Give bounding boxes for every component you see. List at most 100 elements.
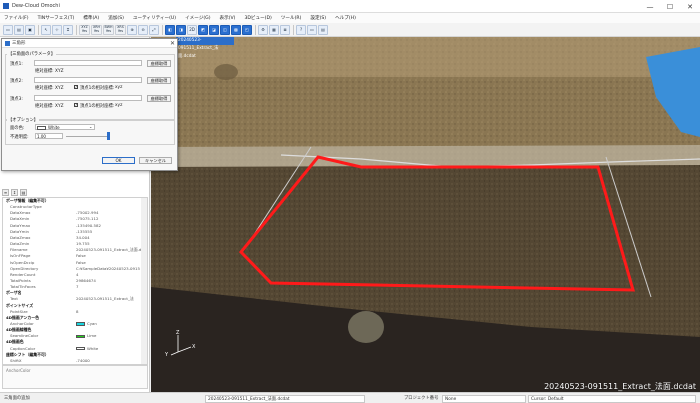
property-category[interactable]: 4D描画色 — [3, 339, 147, 345]
property-row[interactable]: Filename 20240523-091511_Extract_法面.d — [3, 247, 147, 252]
property-key: ConstructorType — [10, 204, 42, 210]
property-row[interactable]: TotalTinFaces 7 — [3, 284, 147, 289]
monitor-icon[interactable]: ▭ — [307, 24, 317, 35]
property-row[interactable]: ShiftX -74000 — [3, 358, 147, 363]
property-row[interactable]: DataYmin -135555 — [3, 229, 147, 234]
property-row[interactable]: DataZmin 19.755 — [3, 241, 147, 246]
property-row[interactable]: DataZmax 34.004 — [3, 235, 147, 240]
property-category[interactable]: ポイントサイズ — [3, 302, 147, 308]
point-cloud-view[interactable]: Z X Y — [151, 37, 700, 392]
property-scrollbar[interactable] — [141, 198, 147, 364]
property-value: -75002.994 — [76, 210, 146, 215]
property-row[interactable]: Text 20240523-091511_Extract_法 — [3, 296, 147, 301]
view-left-icon[interactable]: ◩ — [198, 24, 208, 35]
xrs-sub: Yes — [117, 28, 124, 33]
help-icon[interactable]: ? — [296, 24, 306, 35]
tile-icon[interactable]: ▤ — [318, 24, 328, 35]
property-row[interactable]: OpenDirectory C:¥SampleData¥20240523-0915 — [3, 266, 147, 271]
cancel-button[interactable]: キャンセル — [139, 157, 172, 164]
crop-icon[interactable]: ⌗ — [63, 24, 73, 35]
view-back-icon[interactable]: ◫ — [220, 24, 230, 35]
xyz-sub: Yes — [81, 28, 88, 33]
xyz-button[interactable]: XYZ Yes — [79, 24, 90, 35]
property-pages-icon[interactable]: ▤ — [20, 189, 27, 196]
xrh-button[interactable]: XRH Yes — [91, 24, 102, 35]
surface-color-select[interactable]: White — [35, 124, 95, 130]
vertex3-get-coords-button[interactable]: 座標取得 — [147, 95, 171, 102]
vertex1-get-coords-button[interactable]: 座標取得 — [147, 60, 171, 67]
property-grid[interactable]: ポーザ情報（編集不可） ConstructorType DataXmax -75002… — [2, 197, 148, 365]
property-category[interactable]: 4D描画線種色 — [3, 327, 147, 333]
view-bottom-icon[interactable]: ▩ — [231, 24, 241, 35]
property-category[interactable]: ポーザ名 — [3, 290, 147, 296]
maximize-button[interactable]: ☐ — [660, 0, 680, 13]
opacity-slider-track[interactable] — [66, 136, 110, 137]
menu-file[interactable]: ファイル(F) — [4, 15, 29, 21]
status-cursor: Cursor: Default — [528, 394, 696, 403]
zoom-out-icon[interactable]: ⊖ — [138, 24, 148, 35]
menu-help[interactable]: ヘルプ(H) — [335, 15, 356, 21]
open-folder-icon[interactable]: ▤ — [14, 24, 24, 35]
measure-icon[interactable]: ⊹ — [52, 24, 62, 35]
property-row[interactable]: DataYmax -135490.582 — [3, 223, 147, 228]
close-button[interactable]: ✕ — [680, 0, 700, 13]
menu-settings[interactable]: 設定(S) — [310, 15, 326, 21]
menu-standard[interactable]: 標準(A) — [83, 15, 99, 21]
settings-icon[interactable]: ⚙ — [258, 24, 268, 35]
xrs-button[interactable]: XRS Yes — [115, 24, 126, 35]
menu-3dview[interactable]: 3Dビュー(D) — [244, 15, 271, 21]
vertex3-input[interactable] — [34, 95, 142, 101]
document-tab[interactable]: 20240523-091511_Extract_法面.dcdat — [176, 37, 234, 59]
alphabetical-icon[interactable]: ↕ — [11, 189, 18, 196]
view-top-icon[interactable]: ◧ — [165, 24, 175, 35]
vertex2-input[interactable] — [34, 77, 142, 83]
save-icon[interactable]: ▣ — [25, 24, 35, 35]
menu-tin-surface[interactable]: TINサーフェス(T) — [38, 15, 75, 21]
property-row[interactable]: SeamlineColor Lime — [3, 333, 147, 338]
dialog-close-icon[interactable]: ✕ — [170, 39, 175, 48]
property-row[interactable]: CaptionColor White — [3, 346, 147, 351]
view-iso-icon[interactable]: ◰ — [242, 24, 252, 35]
vertex2-relative-checkbox[interactable]: ✓ — [74, 85, 78, 89]
status-bar: 三角面の追加 20240523-091511_Extract_法面.dcdat … — [0, 392, 700, 403]
categorized-icon[interactable]: ≡ — [2, 189, 9, 196]
vertex3-relative-checkbox[interactable]: ✓ — [74, 103, 78, 107]
property-row[interactable]: ConstructorType — [3, 204, 147, 209]
view-front-icon[interactable]: ◨ — [176, 24, 186, 35]
property-row[interactable]: DataXmin -75075.112 — [3, 216, 147, 221]
pointer-icon[interactable]: ↖ — [41, 24, 51, 35]
menu-tools[interactable]: ツール(R) — [281, 15, 302, 21]
grid-icon[interactable]: ▦ — [269, 24, 279, 35]
chevron-down-icon[interactable]: ⌄ — [89, 124, 92, 129]
property-row[interactable]: DataXmax -75002.994 — [3, 210, 147, 215]
3d-viewport[interactable]: Z X Y — [151, 37, 700, 392]
property-row[interactable]: PointSize 8 — [3, 309, 147, 314]
ok-button[interactable]: OK — [102, 157, 135, 164]
axis-z-label: Z — [176, 330, 180, 336]
property-row[interactable]: IsOnFPage False — [3, 253, 147, 258]
property-row[interactable]: TotalPoints 29864674 — [3, 278, 147, 283]
property-row[interactable]: AnchorColor Cyan — [3, 321, 147, 326]
view-2d-button[interactable]: 2D — [187, 24, 197, 35]
menu-bar: ファイル(F) TINサーフェス(T) 標準(A) 追加(S) ユーティリティー… — [0, 13, 700, 23]
minimize-button[interactable]: — — [640, 0, 660, 13]
opacity-input[interactable]: 1.00 — [35, 133, 63, 139]
menu-view[interactable]: 表示(V) — [220, 15, 236, 21]
property-row[interactable]: IsOpenDccip False — [3, 260, 147, 265]
opacity-slider-thumb[interactable] — [107, 132, 110, 140]
menu-add[interactable]: 追加(S) — [108, 15, 124, 21]
property-category[interactable]: 4D描画アンカー色 — [3, 314, 147, 320]
vertex2-get-coords-button[interactable]: 座標取得 — [147, 77, 171, 84]
menu-image[interactable]: イメージ(G) — [185, 15, 210, 21]
layers-icon[interactable]: ≣ — [280, 24, 290, 35]
property-row[interactable]: RenderCount 4 — [3, 272, 147, 277]
property-category[interactable]: 座標シフト（編集不可） — [3, 351, 147, 357]
zoom-in-icon[interactable]: ⊕ — [127, 24, 137, 35]
bwh-button[interactable]: BWH Yes — [103, 24, 114, 35]
vertex1-input[interactable] — [34, 60, 142, 66]
zoom-fit-icon[interactable]: ⤢ — [149, 24, 159, 35]
new-file-icon[interactable]: ▭ — [3, 24, 13, 35]
view-right-icon[interactable]: ◪ — [209, 24, 219, 35]
property-category[interactable]: ポーザ情報（編集不可） — [3, 198, 147, 204]
menu-utility[interactable]: ユーティリティー(U) — [133, 15, 176, 21]
